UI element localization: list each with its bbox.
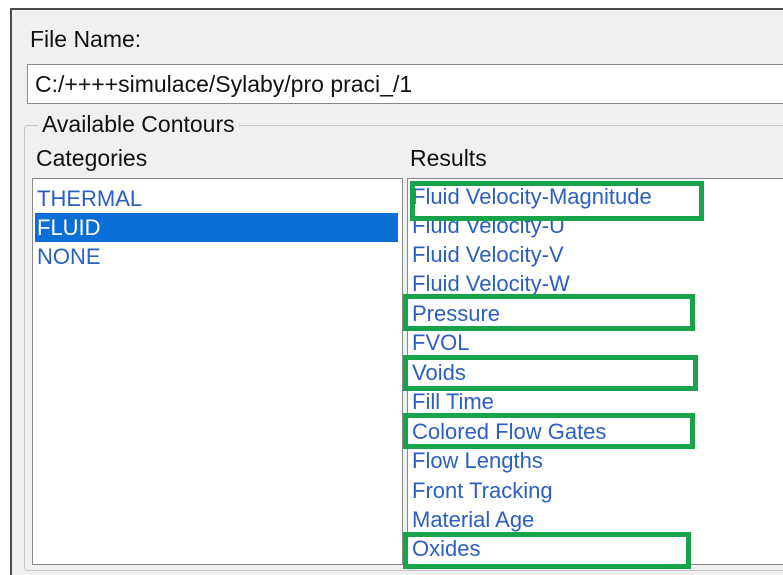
result-item[interactable]: Fill Time (412, 387, 494, 416)
result-item[interactable]: Flow Lengths (412, 446, 543, 475)
categories-label: Categories (36, 145, 148, 171)
results-listbox[interactable]: Fluid Velocity-Magnitude Fluid Velocity-… (407, 178, 783, 565)
result-item[interactable]: Pressure (412, 299, 500, 328)
results-label: Results (410, 145, 487, 171)
result-item[interactable]: Front Tracking (412, 476, 553, 505)
result-item[interactable]: Voids (412, 358, 466, 387)
result-item[interactable]: Oxides (412, 534, 480, 563)
categories-listbox[interactable]: THERMAL FLUID NONE (32, 178, 403, 565)
result-item[interactable]: FVOL (412, 328, 469, 357)
result-item[interactable]: Fluid Velocity-U (412, 211, 565, 240)
result-item[interactable]: Material Age (412, 505, 534, 534)
available-contours-label: Available Contours (38, 111, 239, 138)
category-item-none[interactable]: NONE (37, 242, 101, 271)
result-item[interactable]: Fluid Velocity-W (412, 269, 570, 298)
result-item[interactable]: Fluid Velocity-Magnitude (412, 182, 652, 211)
file-name-label: File Name: (30, 26, 142, 52)
category-item-thermal[interactable]: THERMAL (37, 184, 142, 213)
result-item[interactable]: Fluid Velocity-V (412, 240, 564, 269)
result-item[interactable]: Colored Flow Gates (412, 417, 606, 446)
category-item-fluid[interactable]: FLUID (35, 213, 398, 242)
file-name-field[interactable]: C:/++++simulace/Sylaby/pro praci_/1 (27, 64, 783, 104)
